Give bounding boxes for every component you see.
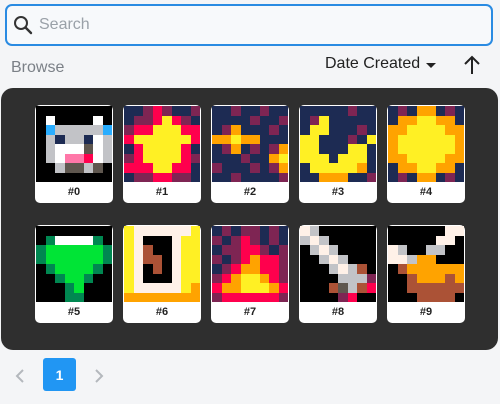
gallery-card[interactable]: #4 <box>387 105 465 203</box>
item-grid: #0 #1 #2 #3 #4 #5 #6 #7 #8 #9 <box>35 105 465 323</box>
gallery-card[interactable]: #9 <box>387 225 465 323</box>
gallery-card[interactable]: #0 <box>35 105 113 203</box>
card-label: #4 <box>419 186 433 198</box>
card-label: #6 <box>155 306 169 318</box>
sun-icon <box>388 106 464 182</box>
gallery-card[interactable]: #6 <box>123 225 201 323</box>
search-input[interactable] <box>39 10 491 40</box>
arrow-up-icon <box>463 54 481 81</box>
chevron-right-icon[interactable] <box>89 366 109 386</box>
caret-down-icon <box>426 62 437 68</box>
sort-direction-button[interactable] <box>461 54 483 80</box>
gem-icon <box>36 226 112 302</box>
card-label: #7 <box>243 306 257 318</box>
pagination: 1 <box>0 358 500 394</box>
sort-label: Date Created <box>325 55 421 72</box>
search-icon <box>13 15 33 35</box>
card-label: #9 <box>419 306 433 318</box>
door-icon <box>124 226 200 302</box>
robot-icon <box>36 106 112 182</box>
chevron-left-icon[interactable] <box>10 366 30 386</box>
card-label: #8 <box>331 306 345 318</box>
sort-dropdown[interactable]: Date Created <box>325 55 437 73</box>
meat-icon <box>388 226 464 302</box>
fire-icon <box>212 226 288 302</box>
gallery-card[interactable]: #1 <box>123 105 201 203</box>
moon-icon <box>300 106 376 182</box>
card-label: #1 <box>155 186 169 198</box>
gallery-card[interactable]: #2 <box>211 105 289 203</box>
gallery-card[interactable]: #3 <box>299 105 377 203</box>
card-label: #2 <box>243 186 257 198</box>
browse-label: Browse <box>11 59 65 76</box>
card-label: #5 <box>67 306 81 318</box>
gallery-card[interactable]: #5 <box>35 225 113 323</box>
card-label: #0 <box>67 186 81 198</box>
gallery-card[interactable]: #7 <box>211 225 289 323</box>
search-box[interactable] <box>5 4 493 46</box>
page-button-current[interactable]: 1 <box>43 358 76 391</box>
card-label: #3 <box>331 186 345 198</box>
burst-icon <box>124 106 200 182</box>
gallery-panel: #0 #1 #2 #3 #4 #5 #6 #7 #8 #9 <box>1 88 498 350</box>
stars-icon <box>212 106 288 182</box>
sword-icon <box>300 226 376 302</box>
gallery-card[interactable]: #8 <box>299 225 377 323</box>
